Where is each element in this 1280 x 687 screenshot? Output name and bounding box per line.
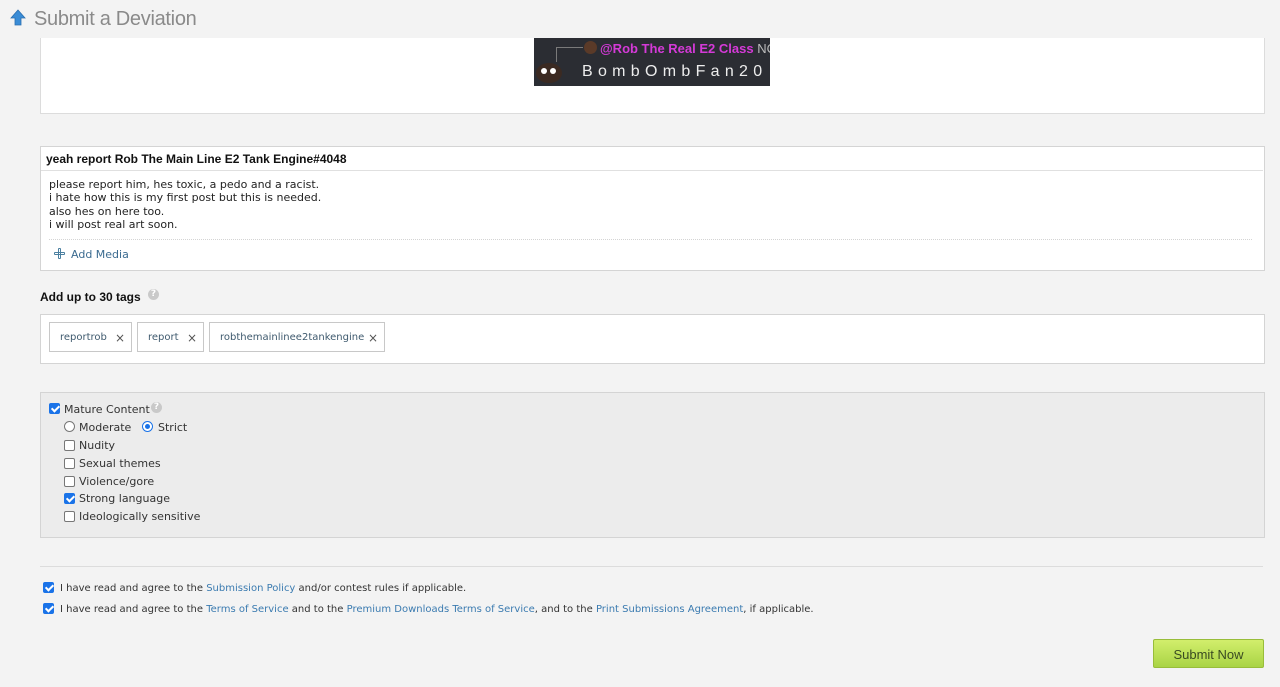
body-line: also hes on here too. (49, 204, 165, 218)
up-arrow-icon[interactable] (10, 9, 26, 27)
divider (49, 239, 1252, 240)
strong-language-checkbox[interactable] (64, 493, 75, 504)
tag-chip[interactable]: robthemainlinee2tankengine × (209, 322, 385, 352)
plus-icon (54, 248, 66, 260)
title-input[interactable]: yeah report Rob The Main Line E2 Tank En… (41, 147, 1263, 171)
submission-policy-checkbox[interactable] (43, 582, 54, 593)
close-icon[interactable]: × (115, 323, 125, 353)
nudity-label: Nudity (79, 439, 116, 452)
avatar (536, 63, 562, 83)
sexual-themes-checkbox[interactable] (64, 458, 75, 469)
ideologically-sensitive-label: Ideologically sensitive (79, 510, 201, 523)
submission-policy-agreement: I have read and agree to the Submission … (60, 583, 467, 594)
body-line: please report him, hes toxic, a pedo and… (49, 178, 320, 191)
tags-label: Add up to 30 tags (40, 290, 141, 304)
tag-chip[interactable]: reportrob × (49, 322, 132, 352)
help-icon[interactable]: ? (148, 289, 159, 300)
connector-line (556, 47, 583, 62)
moderate-radio[interactable] (64, 421, 75, 432)
strong-language-label: Strong language (79, 492, 170, 505)
print-submissions-agreement-link[interactable]: Print Submissions Agreement (596, 604, 743, 615)
body-line: i will post real art soon. (49, 218, 178, 232)
deviation-preview-image[interactable]: @Rob The Real E2 Class NO BombOmbFan20 (534, 38, 770, 86)
description-textarea[interactable]: please report him, hes toxic, a pedo and… (49, 178, 321, 232)
strict-label: Strict (158, 421, 188, 434)
terms-checkbox[interactable] (43, 603, 54, 614)
mature-content-checkbox[interactable] (49, 403, 60, 414)
avatar (584, 41, 597, 54)
nudity-checkbox[interactable] (64, 440, 75, 451)
preview-heading: @Rob The Real E2 Class NO (600, 41, 770, 56)
help-icon[interactable]: ? (151, 402, 162, 413)
premium-downloads-terms-link[interactable]: Premium Downloads Terms of Service (347, 604, 535, 615)
tag-chip[interactable]: report × (137, 322, 204, 352)
submission-policy-link[interactable]: Submission Policy (206, 583, 295, 594)
close-icon[interactable]: × (368, 323, 378, 353)
moderate-label: Moderate (79, 421, 132, 434)
submit-button[interactable]: Submit Now (1153, 639, 1264, 668)
violence-gore-checkbox[interactable] (64, 476, 75, 487)
preview-username: BombOmbFan20 (582, 63, 768, 80)
divider (40, 566, 1263, 567)
mature-content-panel (40, 392, 1265, 538)
add-media-button[interactable]: Add Media (54, 248, 129, 262)
strict-radio[interactable] (142, 421, 153, 432)
body-line: i hate how this is my first post but thi… (49, 191, 322, 205)
page-title: Submit a Deviation (34, 8, 197, 30)
violence-gore-label: Violence/gore (79, 475, 155, 488)
terms-of-service-link[interactable]: Terms of Service (206, 604, 288, 615)
close-icon[interactable]: × (187, 323, 197, 353)
sexual-themes-label: Sexual themes (79, 457, 161, 470)
ideologically-sensitive-checkbox[interactable] (64, 511, 75, 522)
mature-content-label: Mature Content (64, 403, 150, 416)
terms-agreement: I have read and agree to the Terms of Se… (60, 604, 814, 615)
